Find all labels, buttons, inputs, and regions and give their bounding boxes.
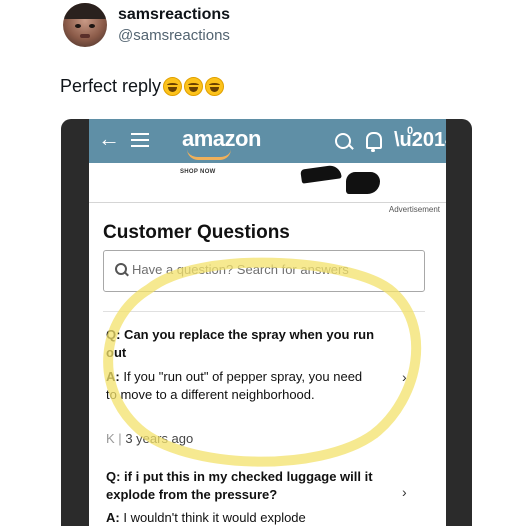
tweet-text: Perfect reply [60,76,225,97]
avatar[interactable] [63,3,107,47]
avatar-eye [89,24,95,28]
meta-separator: | [118,431,122,446]
answer-body: If you "run out" of pepper spray, you ne… [106,369,363,402]
answer-text: A: If you "run out" of pepper spray, you… [106,368,371,404]
answer-body: I wouldn't think it would explode [123,510,306,525]
answer-prefix: A: [106,510,120,525]
amazon-smile-icon [187,149,231,160]
divider [89,202,446,203]
attached-screenshot[interactable]: ← amazon \u2014 0 SHOP NOW Advertisement… [61,119,472,526]
avatar-mouth [80,34,90,38]
answer-age: 3 years ago [125,431,194,446]
shop-now-label[interactable]: SHOP NOW [180,169,216,175]
chevron-right-icon[interactable]: › [402,369,407,385]
back-arrow-icon[interactable]: ← [98,126,120,152]
display-name[interactable]: samsreactions [118,6,230,24]
chevron-right-icon[interactable]: › [402,484,407,500]
search-icon[interactable] [335,133,351,149]
question-search-input[interactable] [132,262,412,277]
avatar-hair [63,3,107,19]
amazon-topbar: ← amazon \u2014 0 [89,119,446,163]
question-text: Q: if i put this in my checked luggage w… [106,469,373,502]
customer-questions-title: Customer Questions [103,222,290,243]
ad-banner[interactable]: SHOP NOW [89,163,446,203]
author-initial: K [106,431,115,446]
tweet-body: Perfect reply [60,76,162,96]
laughing-emoji-icon [205,77,225,96]
answer-text: A: I wouldn't think it would explode [106,510,396,525]
cart-icon[interactable]: \u2014 [394,129,446,152]
product-image [346,172,380,194]
hamburger-menu-icon[interactable] [131,133,149,147]
laughing-emoji-icon [184,77,204,96]
search-icon [115,263,127,275]
question-search-box[interactable] [103,250,425,292]
answer-meta: K | 3 years ago [106,431,193,446]
answer-prefix: A: [106,369,120,384]
cart-count[interactable]: 0 [407,125,413,137]
phone-screen: ← amazon \u2014 0 SHOP NOW Advertisement… [89,119,446,526]
avatar-eye [75,24,81,28]
advertisement-label: Advertisement [388,205,440,214]
notification-bell-icon[interactable] [366,132,382,152]
product-image [300,164,342,184]
laughing-emoji-icon [163,77,183,96]
user-handle[interactable]: @samsreactions [118,27,230,44]
question-text: Q: Can you replace the spray when you ru… [106,327,375,360]
